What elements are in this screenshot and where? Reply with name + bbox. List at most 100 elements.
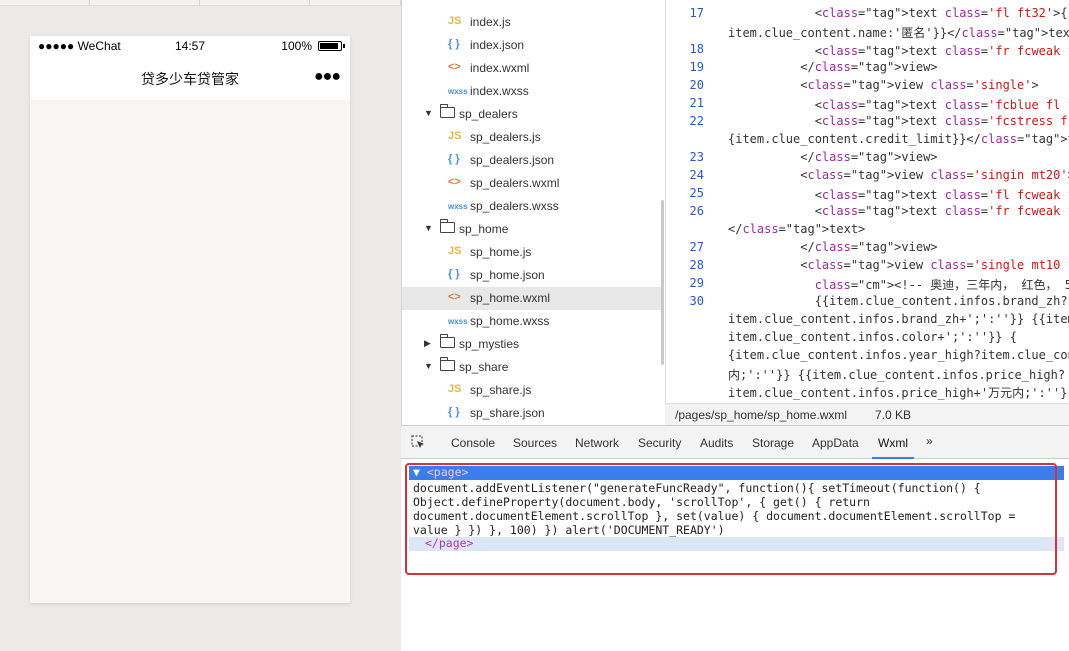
tree-file[interactable]: { } sp_share.json xyxy=(402,402,664,425)
tree-item-label: index.js xyxy=(470,15,511,29)
code-line[interactable]: <class="tag">text class='fcstress fr ft3… xyxy=(728,114,1069,128)
tab-storage[interactable]: Storage xyxy=(752,436,794,450)
toolbar-segment[interactable] xyxy=(200,0,310,6)
tree-file[interactable]: JS sp_dealers.js xyxy=(402,126,664,149)
tree-file[interactable]: <> sp_dealers.wxml xyxy=(402,172,664,195)
tab-security[interactable]: Security xyxy=(638,436,681,450)
code-line[interactable]: {item.clue_content.infos.year_high?item.… xyxy=(728,348,1069,362)
wxml-file-icon: <> xyxy=(448,291,461,303)
dom-text-node[interactable]: document.documentElement.scrollTop }, se… xyxy=(413,509,1015,523)
tree-folder[interactable]: ▶ sp_mysties xyxy=(402,333,664,356)
line-number: 23 xyxy=(689,150,704,164)
wxss-file-icon: wxss xyxy=(448,87,468,96)
tree-item-label: index.wxss xyxy=(470,84,529,98)
toolbar-segment[interactable] xyxy=(90,0,200,6)
more-dots-icon[interactable]: ●●● xyxy=(314,68,341,86)
code-line[interactable]: item.clue_content.infos.color+';':''}} { xyxy=(728,330,1017,344)
file-tree: JS index.js{ } index.json <> index.wxml wxss i… xyxy=(401,0,665,425)
file-tree-scrollbar[interactable] xyxy=(661,200,664,365)
line-number: 25 xyxy=(689,186,704,200)
code-line[interactable]: <class="tag">view class='singin mt20'> xyxy=(728,168,1069,182)
editor-status-bar: /pages/sp_home/sp_home.wxml 7.0 KB xyxy=(665,403,1069,425)
line-number: 21 xyxy=(689,96,704,110)
tree-file[interactable]: wxss index.wxss xyxy=(402,80,664,103)
tree-folder[interactable]: ▼ sp_share xyxy=(402,356,664,379)
js-file-icon: JS xyxy=(448,130,462,142)
tree-file[interactable]: <> sp_home.wxml xyxy=(402,287,664,310)
tree-folder[interactable]: ▼ sp_dealers xyxy=(402,103,664,126)
tree-item-label: sp_dealers xyxy=(459,107,518,121)
json-file-icon: { } xyxy=(448,38,460,50)
code-line[interactable]: item.clue_content.infos.price_high+'万元内;… xyxy=(728,384,1067,401)
phone-screen[interactable]: ●●●●● WeChat 14:57 100% 贷多少车贷管家 ●●● xyxy=(30,36,350,603)
chevron-right-icon[interactable]: ▶ xyxy=(424,338,431,349)
line-number: 24 xyxy=(689,168,704,182)
chevron-down-icon[interactable]: ▼ xyxy=(424,361,433,371)
folder-icon xyxy=(440,219,455,233)
code-line[interactable]: {{item.clue_content.infos.brand_zh? xyxy=(728,294,1068,308)
tree-item-label: index.wxml xyxy=(470,61,530,75)
wechat-nav-bar: 贷多少车贷管家 ●●● xyxy=(30,56,350,100)
tree-file[interactable]: <> index.wxml xyxy=(402,57,664,80)
tree-folder[interactable]: ▼ sp_home xyxy=(402,218,664,241)
code-line[interactable]: </class="tag">view> xyxy=(728,60,937,74)
tree-file[interactable]: { } sp_home.json xyxy=(402,264,664,287)
tree-item-label: sp_share.js xyxy=(470,383,532,397)
code-line[interactable]: <class="tag">text class='fcblue fl ft26'… xyxy=(728,96,1069,113)
dom-text-node[interactable]: document.addEventListener("generateFuncR… xyxy=(413,481,981,495)
tab-console[interactable]: Console xyxy=(451,436,495,450)
code-line[interactable]: {item.clue_content.credit_limit}}</class… xyxy=(728,132,1069,146)
code-line[interactable]: class="cm"><!-- 奥迪，三年内， 红色， 50万以内 --> xyxy=(728,276,1069,293)
code-line[interactable]: item.clue_content.name:'匿名'}}</class="ta… xyxy=(728,24,1069,41)
code-line[interactable]: <class="tag">view class='single'> xyxy=(728,78,1038,92)
js-file-icon: JS xyxy=(448,245,462,257)
dom-text-node[interactable]: Object.defineProperty(document.body, 'sc… xyxy=(413,495,870,509)
code-line[interactable]: <class="tag">view class='single mt10 ft3… xyxy=(728,258,1069,272)
chevron-down-icon[interactable]: ▼ xyxy=(424,223,433,233)
code-line[interactable]: <class="tag">text class='fl ft32'>{{item… xyxy=(728,6,1069,20)
code-line[interactable]: </class="tag">view> xyxy=(728,240,937,254)
tab-appdata[interactable]: AppData xyxy=(812,436,859,450)
code-line[interactable]: <class="tag">text class='fr fcweak ft30'… xyxy=(728,42,1069,59)
battery-percent: 100% xyxy=(281,39,312,53)
tree-item-label: sp_home xyxy=(459,222,509,236)
tree-item-label: sp_home.json xyxy=(470,268,545,282)
line-number: 26 xyxy=(689,204,704,218)
file-path: /pages/sp_home/sp_home.wxml xyxy=(675,408,848,422)
wxml-panel[interactable]: ▼ <page> </page> document.addEventListen… xyxy=(401,459,1069,651)
more-tabs-button[interactable]: » xyxy=(926,434,933,448)
code-editor[interactable]: 17 18 19 20 21 22 23 24 25 26 27 28 29 30 <class="tag… xyxy=(665,0,1069,425)
code-line[interactable]: <class="tag">text class='fr fcweak ft28'… xyxy=(728,204,1069,218)
wxss-file-icon: wxss xyxy=(448,202,468,211)
tree-item-label: index.json xyxy=(470,38,525,52)
code-line[interactable]: <class="tag">text class='fl fcweak ft28'… xyxy=(728,186,1069,203)
selected-node-highlight xyxy=(409,466,1064,480)
tab-audits[interactable]: Audits xyxy=(700,436,733,450)
tree-file[interactable]: JS index.js xyxy=(402,11,664,34)
toolbar-segment[interactable] xyxy=(310,0,401,6)
tree-file[interactable]: wxss sp_dealers.wxss xyxy=(402,195,664,218)
chevron-down-icon[interactable]: ▼ xyxy=(424,108,433,118)
phone-status-bar: ●●●●● WeChat 14:57 100% xyxy=(30,36,350,56)
code-line[interactable]: </class="tag">text> xyxy=(728,222,865,236)
code-line[interactable]: item.clue_content.infos.brand_zh+';':''}… xyxy=(728,312,1069,326)
dom-node-page[interactable]: ▼ <page> xyxy=(413,465,468,479)
devtools-tab-bar: Console Sources Network Security Audits Stora… xyxy=(401,425,1069,459)
folder-icon xyxy=(440,357,455,371)
code-line[interactable]: 内;':''}} {{item.clue_content.infos.price… xyxy=(728,366,1065,383)
dom-text-node[interactable]: value } }) }, 100) }) alert('DOCUMENT_RE… xyxy=(413,523,725,537)
tree-item-label: sp_home.js xyxy=(470,245,532,259)
line-number: 28 xyxy=(689,258,704,272)
tree-file[interactable]: JS sp_share.js xyxy=(402,379,664,402)
tab-network[interactable]: Network xyxy=(575,436,619,450)
inspect-element-icon[interactable] xyxy=(411,435,425,449)
tab-sources[interactable]: Sources xyxy=(513,436,557,450)
tree-file[interactable]: wxss sp_home.wxss xyxy=(402,310,664,333)
tree-file[interactable]: JS sp_home.js xyxy=(402,241,664,264)
folder-icon xyxy=(440,334,455,348)
tab-wxml[interactable]: Wxml xyxy=(878,436,908,450)
code-line[interactable]: </class="tag">view> xyxy=(728,150,937,164)
tree-file[interactable]: { } sp_dealers.json xyxy=(402,149,664,172)
toolbar-segment[interactable] xyxy=(0,0,90,6)
tree-file[interactable]: { } index.json xyxy=(402,34,664,57)
